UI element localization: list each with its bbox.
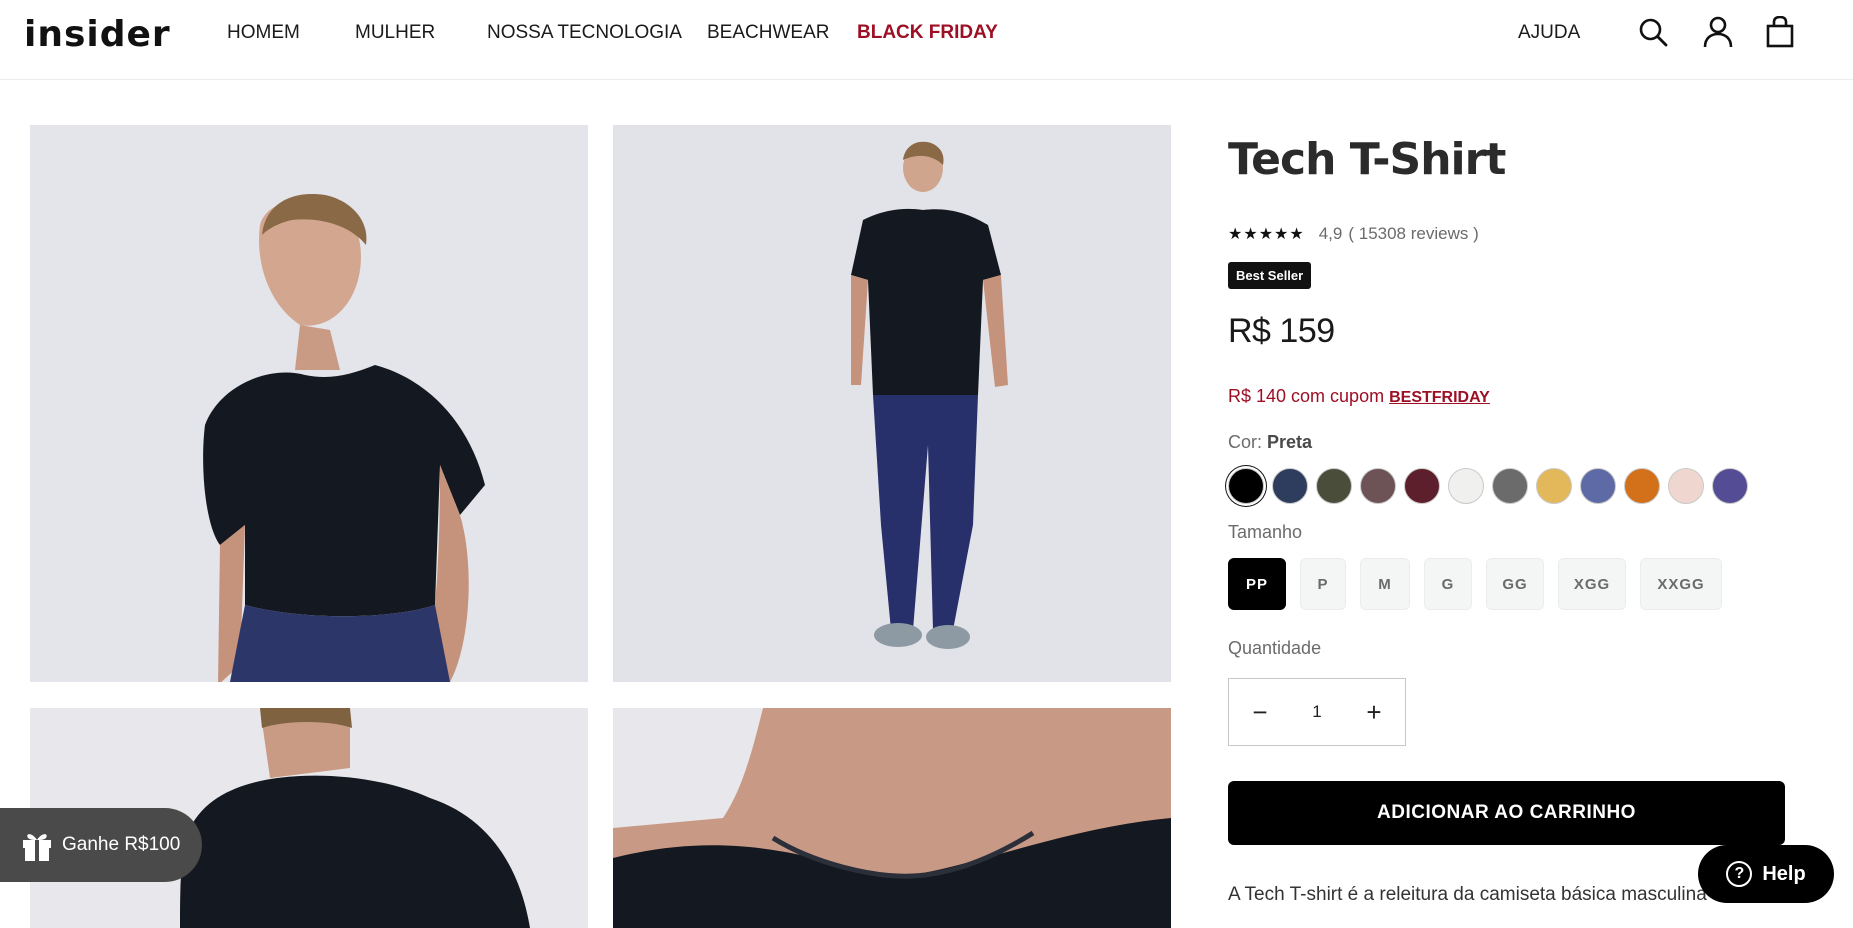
- account-icon[interactable]: [1700, 14, 1736, 50]
- coupon-price-text: R$ 140 com cupom: [1228, 386, 1385, 406]
- color-swatch-5[interactable]: [1404, 468, 1440, 504]
- selected-color-name: Preta: [1267, 432, 1313, 452]
- color-swatch-1[interactable]: [1228, 468, 1264, 504]
- product-price: R$ 159: [1228, 312, 1335, 350]
- color-swatch-12[interactable]: [1712, 468, 1748, 504]
- color-label-text: Cor:: [1228, 432, 1263, 452]
- quantity-label: Quantidade: [1228, 638, 1322, 658]
- gift-reward-label: Ganhe R$100: [62, 834, 181, 855]
- color-swatch-2[interactable]: [1272, 468, 1308, 504]
- logo[interactable]: insider: [24, 14, 171, 55]
- quantity-stepper: − 1 +: [1228, 678, 1406, 746]
- color-swatch-9[interactable]: [1580, 468, 1616, 504]
- coupon-code-link[interactable]: BESTFRIDAY: [1389, 389, 1490, 406]
- size-option-m[interactable]: M: [1360, 558, 1410, 610]
- site-header: insider HOMEM MULHER NOSSA TECNOLOGIA BE…: [0, 0, 1853, 80]
- quantity-input[interactable]: 1: [1312, 702, 1321, 722]
- color-label: Cor: Preta: [1228, 432, 1312, 453]
- help-question-icon: ?: [1726, 861, 1753, 887]
- color-swatch-6[interactable]: [1448, 468, 1484, 504]
- nav-homem[interactable]: HOMEM: [227, 22, 300, 44]
- product-image-front[interactable]: [30, 125, 588, 682]
- color-swatch-10[interactable]: [1624, 468, 1660, 504]
- help-link[interactable]: AJUDA: [1518, 22, 1580, 44]
- size-label: Tamanho: [1228, 522, 1303, 542]
- rating-value: 4,9: [1318, 224, 1343, 243]
- size-option-xgg[interactable]: XGG: [1558, 558, 1626, 610]
- product-image-full-body[interactable]: [613, 125, 1171, 682]
- search-icon[interactable]: [1635, 14, 1671, 50]
- nav-mulher[interactable]: MULHER: [355, 22, 435, 44]
- nav-nossa-tecnologia[interactable]: NOSSA TECNOLOGIA: [487, 22, 682, 44]
- gift-icon: [20, 828, 54, 862]
- size-option-g[interactable]: G: [1424, 558, 1472, 610]
- nav-beachwear[interactable]: BEACHWEAR: [707, 22, 829, 44]
- product-rating[interactable]: ★★★★★ 4,9 ( 15308 reviews ): [1228, 224, 1479, 244]
- add-to-cart-button[interactable]: ADICIONAR AO CARRINHO: [1228, 781, 1785, 845]
- size-option-p[interactable]: P: [1300, 558, 1346, 610]
- size-options: PP P M G GG XGG XXGG: [1228, 558, 1736, 610]
- cart-icon[interactable]: [1762, 14, 1798, 50]
- color-swatch-8[interactable]: [1536, 468, 1572, 504]
- gift-reward-button[interactable]: Ganhe R$100: [0, 808, 202, 882]
- color-swatch-4[interactable]: [1360, 468, 1396, 504]
- nav-black-friday[interactable]: BLACK FRIDAY: [857, 22, 998, 44]
- size-option-pp[interactable]: PP: [1228, 558, 1286, 610]
- color-swatch-3[interactable]: [1316, 468, 1352, 504]
- quantity-decrease-button[interactable]: −: [1245, 697, 1275, 727]
- color-swatches: [1228, 468, 1756, 504]
- best-seller-badge: Best Seller: [1228, 262, 1312, 289]
- quantity-increase-button[interactable]: +: [1359, 697, 1389, 727]
- help-chat-label: Help: [1762, 862, 1806, 885]
- product-image-collar-detail[interactable]: [613, 708, 1171, 928]
- help-chat-button[interactable]: ? Help: [1698, 845, 1834, 903]
- rating-stars: ★★★★★: [1228, 226, 1305, 243]
- size-option-xxgg[interactable]: XXGG: [1640, 558, 1722, 610]
- product-title: Tech T-Shirt: [1228, 134, 1506, 185]
- size-option-gg[interactable]: GG: [1486, 558, 1544, 610]
- color-swatch-7[interactable]: [1492, 468, 1528, 504]
- review-count: ( 15308 reviews ): [1348, 224, 1479, 243]
- color-swatch-11[interactable]: [1668, 468, 1704, 504]
- coupon-offer: R$ 140 com cupom BESTFRIDAY: [1228, 386, 1490, 407]
